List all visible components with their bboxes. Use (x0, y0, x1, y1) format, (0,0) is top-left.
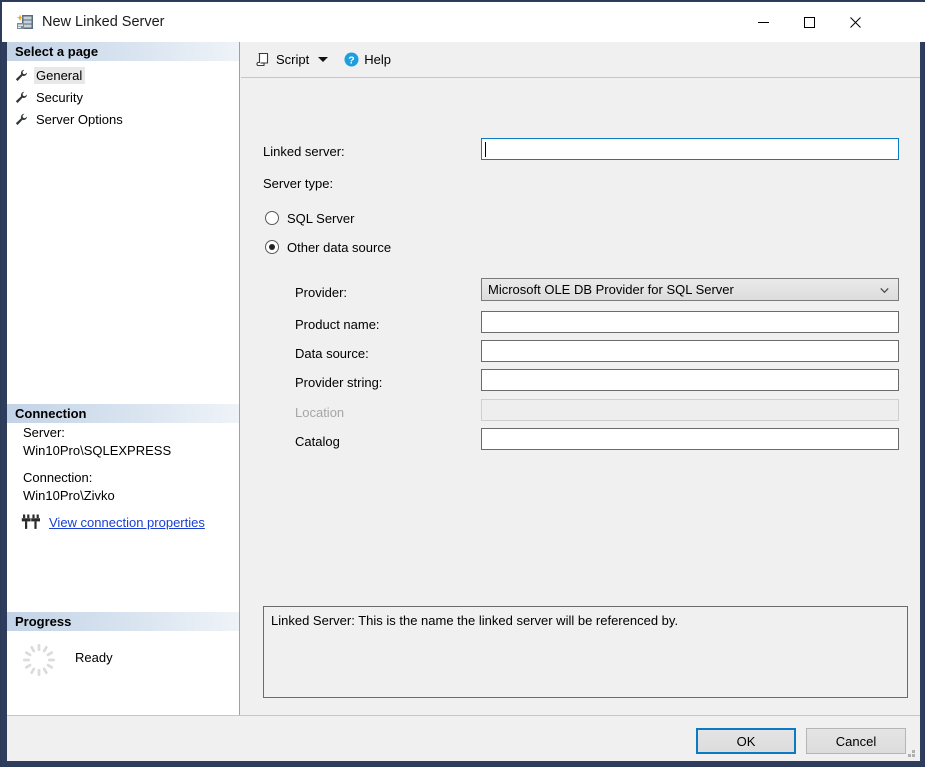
ok-button[interactable]: OK (696, 728, 796, 754)
location-input (481, 399, 899, 421)
view-connection-properties-row[interactable]: View connection properties (21, 513, 205, 531)
new-linked-server-icon (16, 14, 33, 29)
linked-server-input[interactable] (481, 138, 899, 160)
connection-user-label: Connection: (23, 470, 93, 485)
close-button[interactable] (832, 3, 878, 42)
navigation-pane: Select a page General Security Server Op… (7, 42, 240, 715)
sidebar-item-label: General (34, 67, 86, 84)
provider-label: Provider: (295, 285, 348, 300)
sidebar-item-label: Server Options (36, 112, 123, 127)
progress-header: Progress (7, 612, 239, 631)
server-type-label: Server type: (263, 176, 334, 191)
provider-select[interactable]: Microsoft OLE DB Provider for SQL Server (481, 278, 899, 301)
description-text: Linked Server: This is the name the link… (271, 613, 679, 628)
radio-other-data-source-label: Other data source (287, 239, 392, 255)
radio-sql-server-label: SQL Server (287, 210, 355, 226)
dialog-toolbar: Script ? Help (241, 42, 920, 78)
text-caret (485, 142, 486, 157)
select-page-header: Select a page (7, 42, 239, 61)
progress-details: Ready (7, 637, 239, 697)
minimize-icon (757, 22, 769, 23)
data-source-label: Data source: (295, 346, 369, 361)
script-label: Script (276, 52, 310, 67)
sidebar-item-general[interactable]: General (15, 66, 86, 85)
connection-user-value: Win10Pro\Zivko (23, 488, 115, 503)
sidebar-item-security[interactable]: Security (15, 88, 86, 107)
connection-header: Connection (7, 404, 239, 423)
wrench-icon (15, 113, 27, 125)
provider-string-input[interactable] (481, 369, 899, 391)
svg-text:?: ? (349, 54, 355, 66)
radio-checked-icon (265, 240, 279, 254)
new-linked-server-dialog: New Linked Server Select a page General … (0, 0, 925, 767)
help-button[interactable]: ? Help (340, 48, 395, 72)
connection-plug-icon (21, 514, 40, 529)
chevron-down-icon (880, 287, 889, 294)
view-connection-properties-link[interactable]: View connection properties (49, 515, 205, 530)
maximize-button[interactable] (786, 3, 832, 42)
provider-selected-value: Microsoft OLE DB Provider for SQL Server (488, 282, 734, 297)
provider-string-label: Provider string: (295, 375, 383, 390)
close-icon (849, 17, 861, 28)
radio-unchecked-icon (265, 211, 279, 225)
product-name-input[interactable] (481, 311, 899, 333)
sidebar-item-server-options[interactable]: Server Options (15, 110, 126, 129)
catalog-label: Catalog (295, 434, 340, 449)
product-name-label: Product name: (295, 317, 380, 332)
maximize-icon (803, 17, 815, 28)
linked-server-label: Linked server: (263, 144, 345, 159)
radio-sql-server[interactable]: SQL Server (265, 209, 354, 227)
window-title: New Linked Server (42, 14, 165, 30)
help-icon: ? (344, 52, 359, 67)
progress-status-text: Ready (75, 650, 113, 665)
content-pane: Script ? Help Linked server: Server type… (241, 42, 920, 715)
sidebar-item-label: Security (36, 90, 83, 105)
radio-other-data-source[interactable]: Other data source (265, 238, 391, 256)
description-box: Linked Server: This is the name the link… (263, 606, 908, 698)
catalog-input[interactable] (481, 428, 899, 450)
connection-server-label: Server: (23, 425, 65, 440)
title-bar: New Linked Server (2, 2, 925, 42)
chevron-down-icon[interactable] (318, 57, 329, 62)
resize-grip-icon[interactable] (903, 745, 916, 758)
dialog-footer: OK Cancel (7, 715, 920, 761)
cancel-button[interactable]: Cancel (806, 728, 906, 754)
script-button[interactable]: Script (252, 48, 332, 72)
data-source-input[interactable] (481, 340, 899, 362)
connection-server-value: Win10Pro\SQLEXPRESS (23, 443, 172, 458)
wrench-icon (15, 69, 27, 81)
help-label: Help (364, 52, 391, 67)
minimize-button[interactable] (740, 3, 786, 42)
location-label: Location (295, 405, 345, 420)
dialog-client-area: Select a page General Security Server Op… (7, 42, 920, 761)
progress-spinner-icon (23, 644, 55, 676)
wrench-icon (15, 91, 27, 103)
script-icon (256, 52, 269, 67)
